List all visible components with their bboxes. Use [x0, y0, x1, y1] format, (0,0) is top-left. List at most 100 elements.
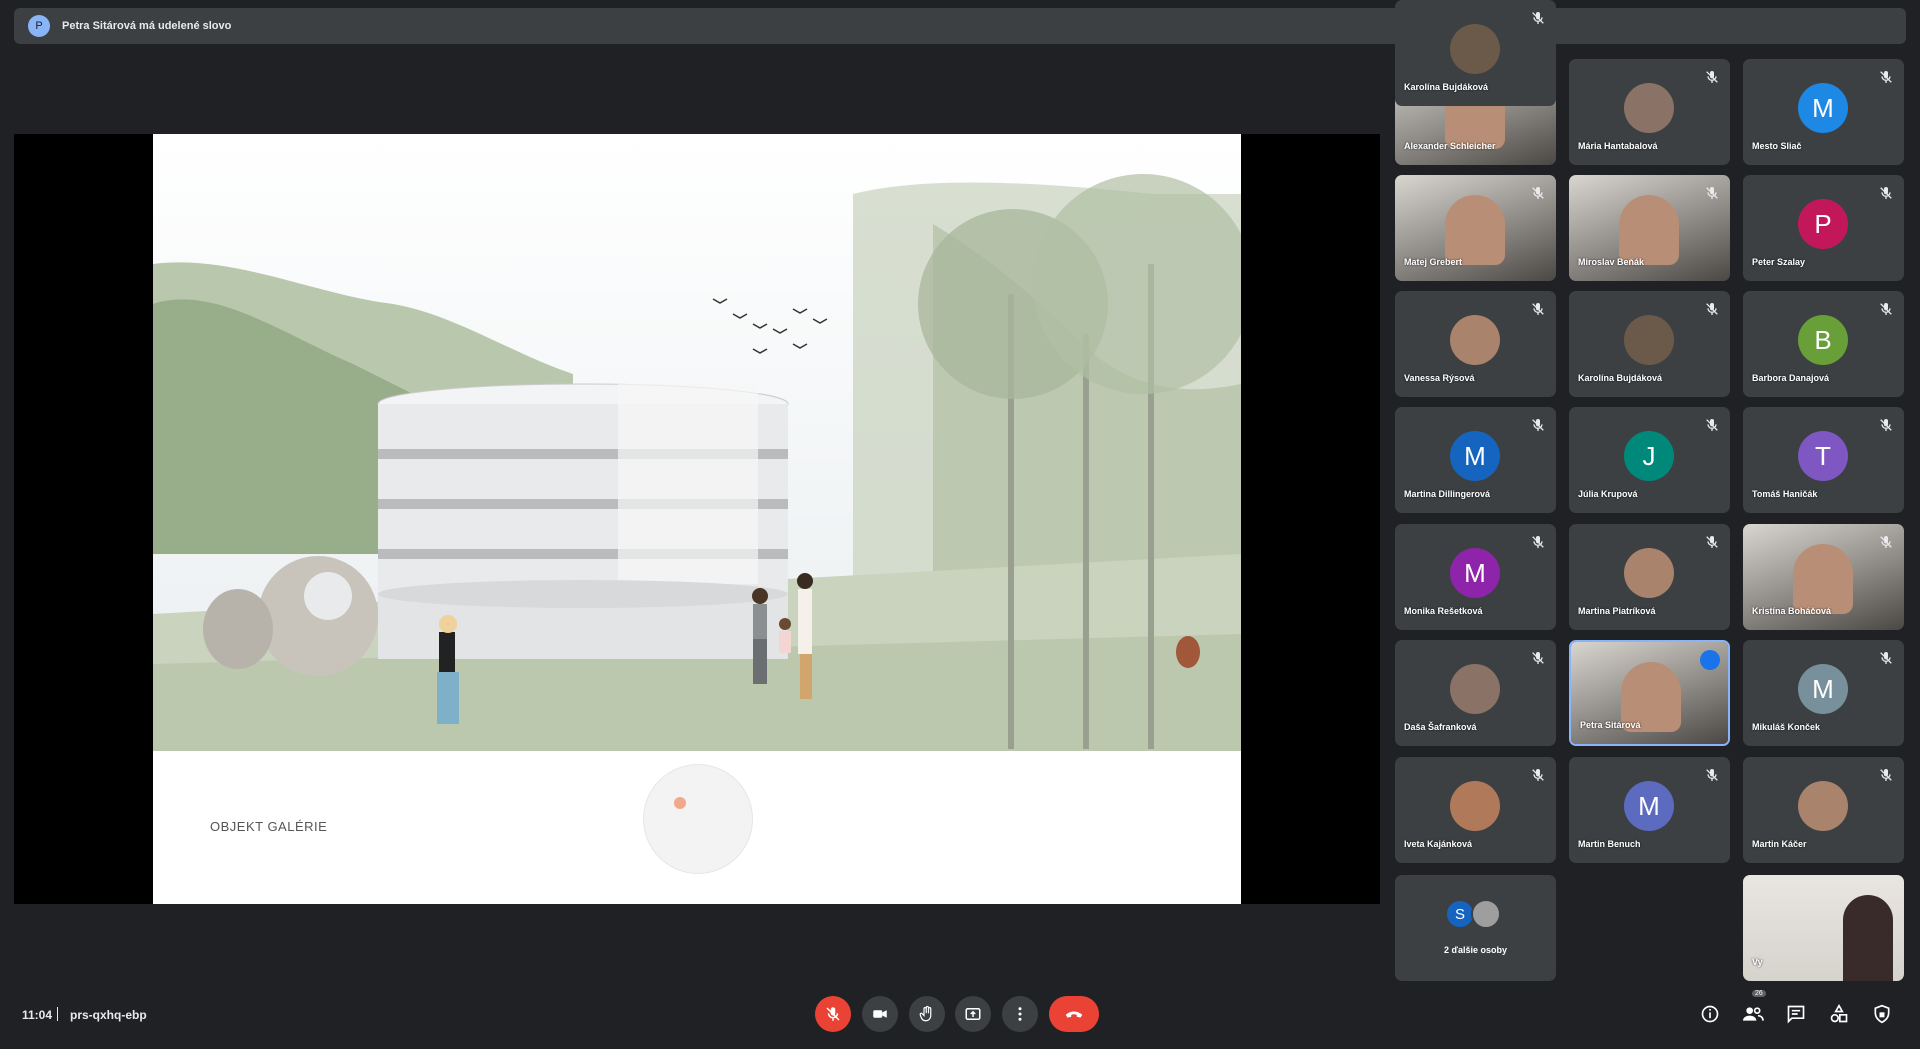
participant-name: Kristína Boháčová: [1752, 606, 1832, 616]
participant-name: Vanessa Rýsová: [1404, 373, 1475, 383]
host-controls-button[interactable]: [1870, 1002, 1894, 1026]
mic-off-icon: [1706, 303, 1718, 315]
participant-tile[interactable]: J Júlia Krupová: [1569, 407, 1730, 513]
participant-tile[interactable]: P Peter Szalay: [1743, 175, 1904, 281]
meeting-details-button[interactable]: [1698, 1002, 1722, 1026]
camera-toggle-button[interactable]: [862, 996, 898, 1032]
site-location-dot: [674, 797, 686, 809]
participant-tile[interactable]: Martina Piatríková: [1569, 524, 1730, 630]
more-participants-tile[interactable]: S 2 ďalšie osoby: [1395, 875, 1556, 981]
mic-off-icon: [1706, 71, 1718, 83]
architecture-illustration: [153, 134, 1241, 751]
present-screen-button[interactable]: [955, 996, 991, 1032]
mic-off-icon: [1532, 769, 1544, 781]
participant-avatar: J: [1624, 431, 1674, 481]
mic-off-icon: [1880, 419, 1892, 431]
self-person: [1843, 895, 1893, 981]
divider: [57, 1007, 58, 1021]
participant-tile[interactable]: Daša Šafranková: [1395, 640, 1556, 746]
bottom-toolbar: 11:04 prs-qxhq-ebp 26: [0, 990, 1920, 1040]
mic-off-icon: [1532, 419, 1544, 431]
participant-tile[interactable]: Matej Grebert: [1395, 175, 1556, 281]
more-participants-label: 2 ďalšie osoby: [1444, 945, 1507, 955]
participant-tile[interactable]: Karolína Bujdáková: [1395, 0, 1556, 106]
chat-icon: [1787, 1005, 1805, 1024]
self-video-tile[interactable]: Vy: [1743, 875, 1904, 981]
mic-toggle-button[interactable]: [815, 996, 851, 1032]
mic-off-icon: [1706, 187, 1718, 199]
participant-tile[interactable]: Vanessa Rýsová: [1395, 291, 1556, 397]
participant-name: Martina Piatríková: [1578, 606, 1656, 616]
mic-off-icon: [1880, 71, 1892, 83]
participant-name: Monika Rešetková: [1404, 606, 1483, 616]
mic-off-icon: [1880, 769, 1892, 781]
chat-button[interactable]: [1784, 1002, 1808, 1026]
participant-tile[interactable]: Karolína Bujdáková: [1569, 291, 1730, 397]
participant-tile[interactable]: Petra Sitárová: [1569, 640, 1730, 746]
mic-off-icon: [1532, 652, 1544, 664]
participant-avatar: M: [1624, 781, 1674, 831]
participant-photo: [1450, 315, 1500, 365]
mic-off-icon: [1706, 536, 1718, 548]
mic-off-icon: [1532, 187, 1544, 199]
participant-photo: [1624, 83, 1674, 133]
participant-tile[interactable]: M Monika Rešetková: [1395, 524, 1556, 630]
participant-name: Martina Dillingerová: [1404, 489, 1491, 499]
activities-button[interactable]: [1827, 1002, 1851, 1026]
participant-photo: [1798, 781, 1848, 831]
participant-person: [1619, 195, 1679, 265]
participant-person: [1793, 544, 1853, 614]
present-icon: [965, 1008, 981, 1020]
participant-name: Alexander Schleicher: [1404, 141, 1496, 151]
participant-name: Peter Szalay: [1752, 257, 1806, 267]
participant-tile[interactable]: B Barbora Danajová: [1743, 291, 1904, 397]
participant-name: Karolína Bujdáková: [1404, 82, 1489, 92]
participant-tile[interactable]: M Mesto Sliač: [1743, 59, 1904, 165]
presentation-slide: OBJEKT GALÉRIE: [153, 134, 1241, 904]
participant-name: Martin Káčer: [1752, 839, 1807, 849]
mic-off-icon: [1880, 187, 1892, 199]
raise-hand-button[interactable]: [909, 996, 945, 1032]
meeting-code: prs-qxhq-ebp: [70, 1008, 147, 1022]
participant-tile[interactable]: M Mikuláš Konček: [1743, 640, 1904, 746]
self-name: Vy: [1752, 957, 1763, 967]
mic-off-icon: [1880, 652, 1892, 664]
banner-text: Petra Sitárová má udelené slovo: [62, 20, 232, 32]
participant-tile[interactable]: T Tomáš Haničák: [1743, 407, 1904, 513]
more-avatar-photo: [1471, 899, 1501, 929]
more-options-button[interactable]: [1002, 996, 1038, 1032]
participant-photo: [1624, 315, 1674, 365]
mic-off-icon: [1706, 769, 1718, 781]
participant-name: Petra Sitárová: [1580, 720, 1641, 730]
participant-name: Miroslav Beňák: [1578, 257, 1645, 267]
participant-tile[interactable]: M Martin Benuch: [1569, 757, 1730, 863]
participant-tile[interactable]: M Martina Dillingerová: [1395, 407, 1556, 513]
slide-caption: OBJEKT GALÉRIE: [210, 819, 328, 834]
more-options-icon: [1018, 1007, 1022, 1021]
host-controls-icon: [1874, 1004, 1890, 1024]
participant-name: Martin Benuch: [1578, 839, 1641, 849]
participant-name: Mária Hantabalová: [1578, 141, 1658, 151]
camera-icon: [873, 1010, 887, 1018]
raise-hand-icon: [919, 1005, 932, 1022]
mic-off-icon: [1532, 12, 1544, 24]
participant-tile[interactable]: Mária Hantabalová: [1569, 59, 1730, 165]
presentation-stage: OBJEKT GALÉRIE: [14, 134, 1380, 904]
participant-avatar: M: [1798, 83, 1848, 133]
participant-avatar: B: [1798, 315, 1848, 365]
participant-count-badge: 26: [1752, 990, 1766, 997]
participant-photo: [1450, 24, 1500, 74]
participant-tile[interactable]: Miroslav Beňák: [1569, 175, 1730, 281]
site-map-circle: [643, 764, 753, 874]
participant-photo: [1624, 548, 1674, 598]
participant-name: Barbora Danajová: [1752, 373, 1830, 383]
mic-off-icon: [1532, 303, 1544, 315]
people-icon: [1743, 1007, 1764, 1021]
participant-photo: [1450, 781, 1500, 831]
participant-tile[interactable]: Kristína Boháčová: [1743, 524, 1904, 630]
participant-tile[interactable]: Martin Káčer: [1743, 757, 1904, 863]
leave-call-button[interactable]: [1049, 996, 1099, 1032]
participant-tile[interactable]: Iveta Kajánková: [1395, 757, 1556, 863]
people-button[interactable]: [1741, 1002, 1765, 1026]
participant-avatar: T: [1798, 431, 1848, 481]
